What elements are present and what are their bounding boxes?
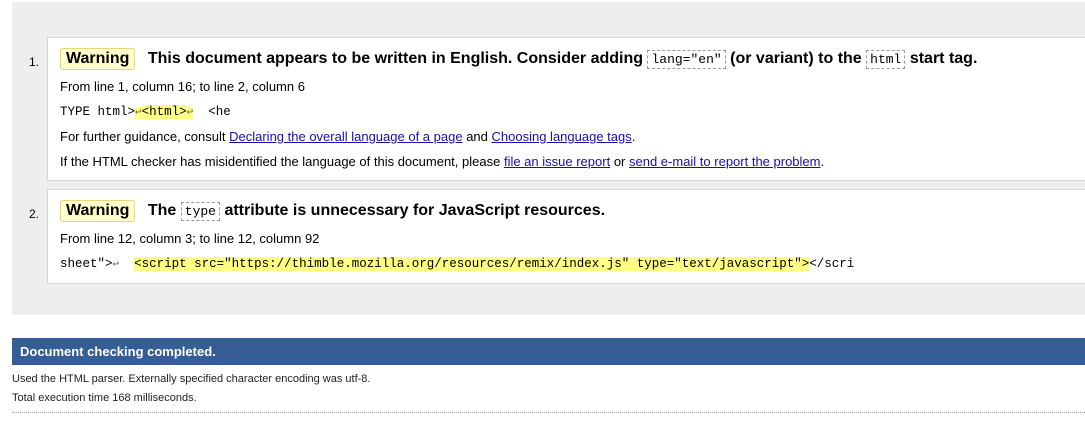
misidentified-line: If the HTML checker has misidentified th… <box>60 153 824 171</box>
message-heading: Warning The type attribute is unnecessar… <box>60 200 605 223</box>
return-icon: ↩ <box>135 107 142 119</box>
results-panel: 1. Warning This document appears to be w… <box>12 2 1085 315</box>
message-text-before: The <box>147 202 177 219</box>
parser-info: Used the HTML parser. Externally specifi… <box>12 373 371 385</box>
code-type-attr: type <box>180 202 220 221</box>
message-text-middle: (or variant) to the <box>730 50 862 67</box>
warning-badge: Warning <box>60 200 136 222</box>
link-choosing-language-tags[interactable]: Choosing language tags <box>492 129 632 144</box>
code-html-tag: html <box>866 50 906 69</box>
message-location: From line 1, column 16; to line 2, colum… <box>60 79 305 94</box>
guidance-end: . <box>631 129 636 144</box>
message-number: 1. <box>29 55 40 69</box>
misid-end: . <box>820 154 825 169</box>
link-declaring-language[interactable]: Declaring the overall language of a page <box>229 129 462 144</box>
warning-badge: Warning <box>60 48 136 70</box>
message-text-after: start tag. <box>909 50 978 67</box>
divider <box>12 412 1085 413</box>
extract-pre: sheet"> <box>60 257 113 271</box>
status-bar: Document checking completed. <box>12 338 1085 365</box>
message-location: From line 12, column 3; to line 12, colu… <box>60 231 320 246</box>
guidance-and: and <box>466 129 488 144</box>
link-send-email[interactable]: send e-mail to report the problem <box>629 154 820 169</box>
extract-post: </scri <box>809 257 855 271</box>
guidance-prefix: For further guidance, consult <box>60 129 226 144</box>
message-number: 2. <box>29 207 40 221</box>
extract-pre: TYPE html> <box>60 105 136 119</box>
message-warning-lang: 1. Warning This document appears to be w… <box>29 37 1085 181</box>
code-lang-attr: lang="en" <box>647 50 726 69</box>
extract-post: <he <box>193 105 231 119</box>
execution-time: Total execution time 168 milliseconds. <box>12 392 197 404</box>
guidance-line: For further guidance, consult Declaring … <box>60 128 635 146</box>
message-text-after: attribute is unnecessary for JavaScript … <box>224 202 606 219</box>
extract-highlight: <script src="https://thimble.mozilla.org… <box>134 257 810 271</box>
message-warning-type-attr: 2. Warning The type attribute is unneces… <box>29 189 1085 284</box>
message-text-before: This document appears to be written in E… <box>147 50 644 67</box>
link-file-issue-report[interactable]: file an issue report <box>504 154 610 169</box>
source-extract: sheet">↩ <script src="https://thimble.mo… <box>60 255 854 274</box>
extract-highlight: <html> <box>141 105 187 119</box>
message-heading: Warning This document appears to be writ… <box>60 48 977 71</box>
source-extract: TYPE html>↩<html>↩ <he <box>60 103 231 122</box>
misid-prefix: If the HTML checker has misidentified th… <box>60 154 501 169</box>
misid-or: or <box>613 154 626 169</box>
